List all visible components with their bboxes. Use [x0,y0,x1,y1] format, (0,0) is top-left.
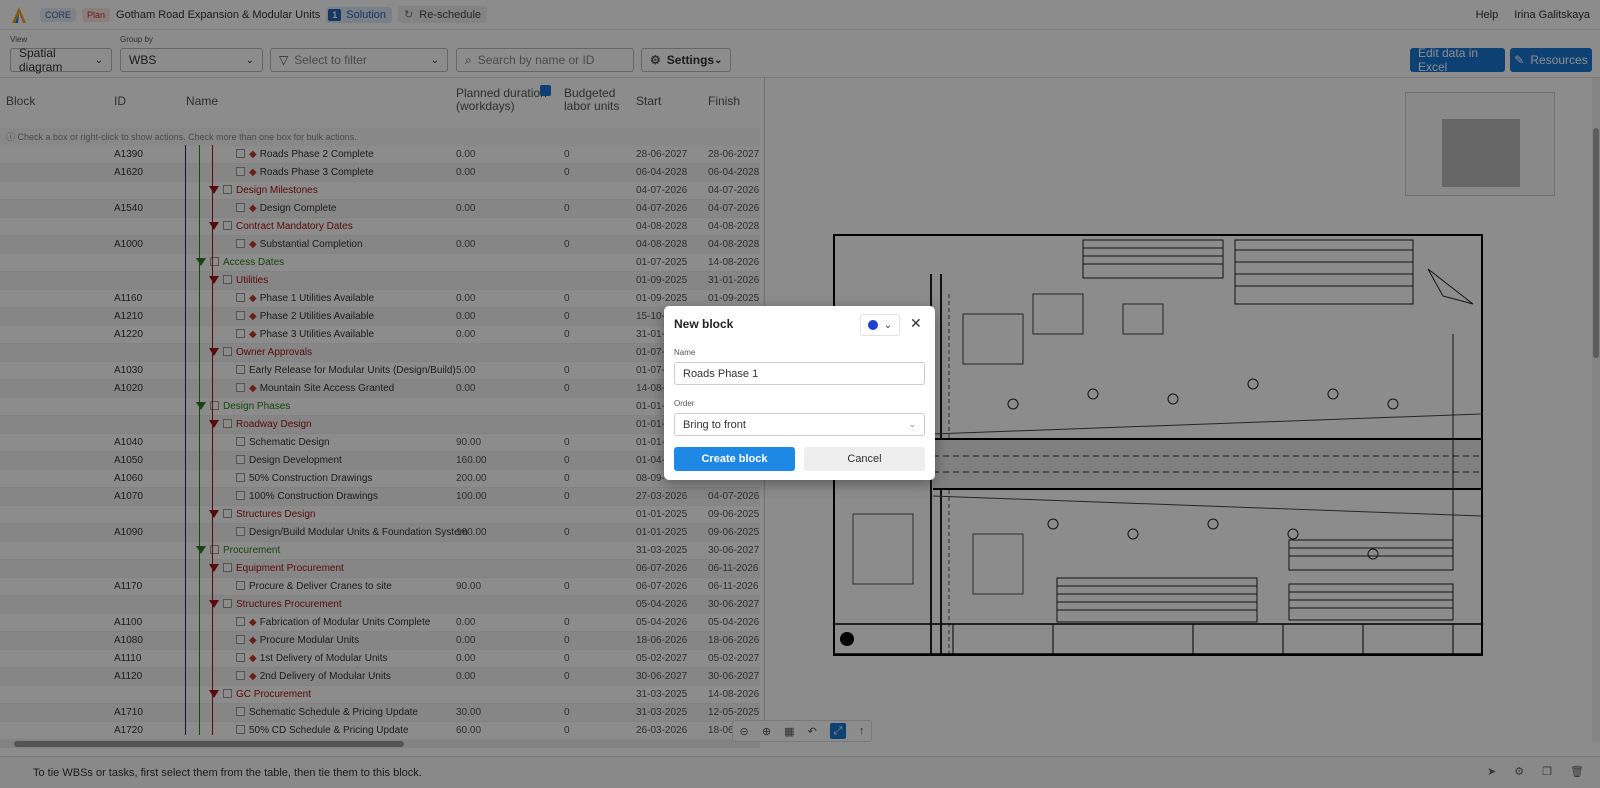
color-swatch [867,320,878,330]
dialog-title: New block [674,317,734,331]
order-label: Order [674,399,695,408]
order-value: Bring to front [683,418,746,431]
order-select[interactable]: Bring to front ⌄ [674,413,925,436]
cancel-button[interactable]: Cancel [804,447,925,471]
new-block-dialog: New block ⌄ ✕ Name Order Bring to front … [664,306,935,480]
name-label: Name [674,348,696,357]
block-name-input[interactable] [674,362,925,385]
close-icon[interactable]: ✕ [910,315,922,332]
create-block-button[interactable]: Create block [674,447,795,471]
chevron-down-icon: ⌄ [883,319,893,331]
color-picker[interactable]: ⌄ [860,314,900,336]
chevron-down-icon: ⌄ [908,419,916,429]
